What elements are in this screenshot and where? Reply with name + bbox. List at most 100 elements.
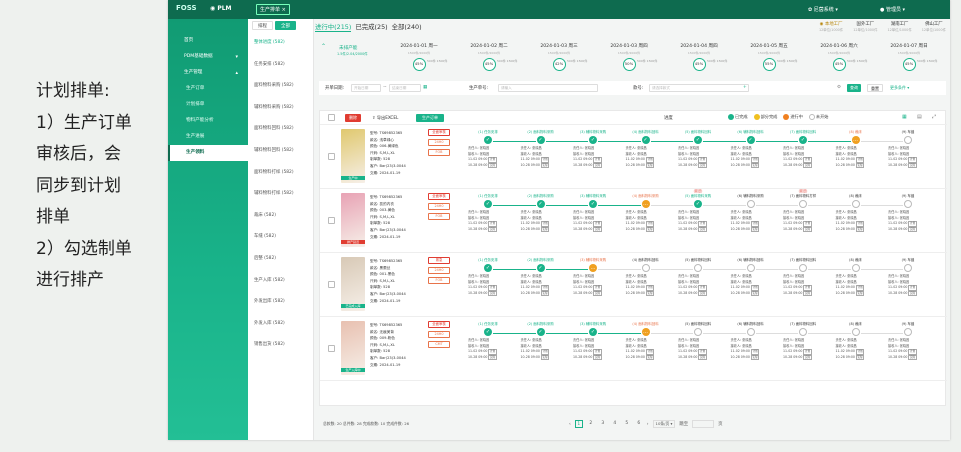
sidebar-item[interactable]: 生产订单 (168, 81, 248, 97)
progress-step[interactable]: (7) 面料物料回料 ✓ 责任人: 张晓昌 接收人: 张晓昌 11-02 09:00 计划… (777, 129, 829, 169)
factory-item[interactable]: 国外工厂 12单位/1000件 (853, 21, 877, 32)
user-menu[interactable]: ● 管理员 ▾ (880, 6, 905, 13)
subnav-item[interactable]: 后整 (582) (248, 248, 313, 270)
sidebar-item[interactable]: 生产进展 (168, 129, 248, 145)
settings-icon[interactable]: ⚙ (837, 85, 841, 90)
subnav-item[interactable]: 辅料物料打样 (582) (248, 183, 313, 205)
page-number[interactable]: 2 (587, 420, 595, 428)
progress-step[interactable]: (4) 面料物料回料 … 责任人: 张晓昌 接收人: 张晓昌 11-02 09:00 计划… (620, 321, 672, 361)
progress-step[interactable]: (3) 辅料物料采购 ✓ 责任人: 张晓昌 接收人: 张晓昌 11-02 09:00 计划… (567, 129, 619, 169)
progress-step[interactable]: (1) 任务安排 ✓ 责任人: 张晓昌 接收人: 张晓昌 11-02 09:00 计划 10… (462, 193, 514, 233)
progress-step[interactable]: (2) 面料物料采购 ✓ 责任人: 张晓昌 接收人: 张晓昌 11-02 09:00 计划… (515, 257, 567, 297)
progress-step[interactable]: (6) 辅料物料回料 责任人: 张晓昌 接收人: 张晓昌 11-02 09:00 计划 1… (725, 257, 777, 297)
progress-step[interactable]: (5) 面料物料回料 责任人: 张晓昌 接收人: 张晓昌 11-02 09:00 计划 1… (672, 321, 724, 361)
factory-item[interactable]: ◉ 本地工厂 12单位/1000件 (819, 21, 843, 32)
subnav-item[interactable]: 辅料物料采购 (582) (248, 97, 313, 119)
grid-view-icon[interactable]: ▦ (902, 114, 907, 120)
jump-page-input[interactable] (692, 420, 715, 428)
progress-step[interactable]: (5) 面料物料回料 责任人: 张晓昌 接收人: 张晓昌 11-02 09:00 计划 1… (672, 257, 724, 297)
progress-step[interactable]: (7) 面料物料回料 责任人: 张晓昌 接收人: 张晓昌 11-02 09:00 计划 1… (777, 321, 829, 361)
progress-step[interactable]: (9) 车缝 责任人: 张晓昌 接收人: 张晓昌 11-02 09:00 计划 10-28… (882, 193, 934, 233)
date-capacity-column[interactable]: 2024-01-04 周四 1500件/2000件 45% 500件 1500件 (669, 43, 729, 71)
sidebar-item[interactable]: 生产管理 ▴ (168, 65, 248, 81)
page-number[interactable]: 1 (574, 420, 583, 428)
subnav-item[interactable]: 面料物料采购 (582) (248, 75, 313, 97)
progress-step[interactable]: (6) 辅料物料采购 责任人: 张晓昌 接收人: 张晓昌 11-02 09:00 计划 1… (725, 193, 777, 233)
subnav-item[interactable]: 任务安排 (582) (248, 54, 313, 76)
progress-step[interactable]: (9) 车缝 责任人: 张晓昌 接收人: 张晓昌 11-02 09:00 计划 10-28… (882, 321, 934, 361)
page-size-select[interactable]: 10条/页 ▾ (652, 420, 676, 428)
page-number[interactable]: 4 (611, 420, 619, 428)
subnav-item[interactable]: 外发入库 (582) (248, 313, 313, 335)
page-number[interactable]: 5 (623, 420, 631, 428)
export-excel-button[interactable]: ⇪ 导出EXCEL (372, 114, 398, 122)
progress-step[interactable]: (8) 裁床 责任人: 张晓昌 接收人: 张晓昌 11-02 09:00 计划 10-28… (830, 321, 882, 361)
subnav-item[interactable]: 车缝 (582) (248, 226, 313, 248)
company-switcher[interactable]: ✿ 尼茵系统 ▾ (808, 6, 838, 13)
date-capacity-column[interactable]: 2024-01-01 周一 1500件/2000件 45% 500件 1500件 (389, 43, 449, 71)
progress-step[interactable]: (2) 面料物料采购 ✓ 责任人: 张晓昌 接收人: 张晓昌 11-02 09:00 计划… (515, 193, 567, 233)
date-capacity-column[interactable]: 2024-01-06 周六 1500件/2000件 45% 500件 1500件 (809, 43, 869, 71)
subnav-item[interactable]: 生产入库 (582) (248, 270, 313, 292)
progress-step[interactable]: (4) 面料物料回料 责任人: 张晓昌 接收人: 张晓昌 11-02 09:00 计划 1… (620, 257, 672, 297)
progress-step[interactable]: (4) 面料物料回料 ✓ 责任人: 张晓昌 接收人: 张晓昌 11-02 09:00 计划… (620, 129, 672, 169)
progress-step[interactable]: (4) 面料物料采购 … 责任人: 张晓昌 接收人: 张晓昌 11-02 09:00 计划… (620, 193, 672, 233)
subnav-item[interactable]: 销售出货 (582) (248, 334, 313, 356)
factory-item[interactable]: 湖南工厂 12单位/1000件 (887, 21, 911, 32)
subnav-item[interactable]: 面料物料打样 (582) (248, 162, 313, 184)
subnav-tab-all[interactable]: 全部 (275, 21, 296, 30)
date-capacity-column[interactable]: 2024-01-03 周三 1500件/2000件 42% 500件 1500件 (529, 43, 589, 71)
row-checkbox[interactable] (328, 281, 335, 288)
progress-step[interactable]: (3) 辅料物料采购 ✓ 责任人: 张晓昌 接收人: 张晓昌 11-02 09:00 计划… (567, 193, 619, 233)
progress-step[interactable]: (3) 辅料物料采购 ✓ 责任人: 张晓昌 接收人: 张晓昌 11-02 09:00 计划… (567, 321, 619, 361)
date-capacity-column[interactable]: 2024-01-07 周日 1500件/2000件 45% 500件 1500件 (879, 43, 939, 71)
progress-step[interactable]: (延迟) (7) 面料物料打样 责任人: 张晓昌 接收人: 张晓昌 11-02 09:0… (777, 189, 829, 233)
subnav-item[interactable]: 外发出库 (582) (248, 291, 313, 313)
reset-button[interactable]: 重置 (867, 84, 883, 92)
page-number[interactable]: 6 (635, 420, 643, 428)
tab-completed[interactable]: 已完成(25) (355, 22, 387, 32)
subnav-tab-schedule[interactable]: 排程 (252, 21, 273, 30)
date-capacity-column[interactable]: 2024-01-02 周二 1500件/2000件 45% 500件 1500件 (459, 43, 519, 71)
calendar-icon[interactable]: ▦ (423, 85, 427, 90)
row-checkbox[interactable] (328, 153, 335, 160)
progress-step[interactable]: (1) 任务安排 ✓ 责任人: 张晓昌 接收人: 张晓昌 11-02 09:00 计划 10… (462, 257, 514, 297)
prev-page-icon[interactable]: ‹ (569, 422, 571, 427)
factory-item[interactable]: 佛山工厂 12单位/1000件 (922, 21, 946, 32)
progress-step[interactable]: (6) 辅料物料回料 责任人: 张晓昌 接收人: 张晓昌 11-02 09:00 计划 1… (725, 321, 777, 361)
date-capacity-column[interactable]: 2024-01-05 周五 1500件/2000件 55% 500件 1500件 (739, 43, 799, 71)
progress-step[interactable]: (5) 面料物料回料 ✓ 责任人: 张晓昌 接收人: 张晓昌 11-02 09:00 计划… (672, 129, 724, 169)
tab-all[interactable]: 全部(240) (392, 22, 422, 32)
progress-step[interactable]: (3) 辅料物料采购 … 责任人: 张晓昌 接收人: 张晓昌 11-02 09:00 计划… (567, 257, 619, 297)
sidebar-item[interactable]: 计划排单 (168, 97, 248, 113)
progress-step[interactable]: (9) 车缝 责任人: 张晓昌 接收人: 张晓昌 11-02 09:00 计划 10-28… (882, 129, 934, 169)
date-start-input[interactable]: 开始日期 (351, 84, 381, 92)
progress-step[interactable]: (8) 裁床 责任人: 张晓昌 接收人: 张晓昌 11-02 09:00 计划 10-28… (830, 257, 882, 297)
delete-button[interactable]: 删除 (345, 114, 361, 122)
date-capacity-column[interactable]: 2024-01-03 周四 1500件/2000件 50% 500件 1500件 (599, 43, 659, 71)
progress-step[interactable]: (1) 任务安排 ✓ 责任人: 张晓昌 接收人: 张晓昌 11-02 09:00 计划 10… (462, 321, 514, 361)
progress-step[interactable]: (8) 裁床 责任人: 张晓昌 接收人: 张晓昌 11-02 09:00 计划 10-28… (830, 193, 882, 233)
tab-production-schedule[interactable]: 生产排单 × (256, 4, 290, 15)
subnav-item[interactable]: 裁床 (582) (248, 205, 313, 227)
sidebar-item[interactable]: 首页 (168, 33, 248, 49)
schedule-order-button[interactable]: 生产订单 (416, 114, 444, 122)
more-filters-button[interactable]: 更多条件 ▾ (887, 84, 912, 92)
progress-step[interactable]: (8) 裁床 … 责任人: 张晓昌 接收人: 张晓昌 11-02 09:00 计划 10-2… (830, 129, 882, 169)
progress-step[interactable]: (2) 面料物料采购 ✓ 责任人: 张晓昌 接收人: 张晓昌 11-02 09:00 计划… (515, 321, 567, 361)
progress-step[interactable]: (1) 任务安排 ✓ 责任人: 张晓昌 接收人: 张晓昌 11-02 09:00 计划 10… (462, 129, 514, 169)
progress-step[interactable]: (6) 辅料物料回料 ✓ 责任人: 张晓昌 接收人: 张晓昌 11-02 09:00 计划… (725, 129, 777, 169)
sidebar-item[interactable]: 生产领料 (168, 145, 248, 161)
progress-step[interactable]: (延迟) (5) 面料物料采购 ✓ 责任人: 张晓昌 接收人: 张晓昌 11-02 09:… (672, 189, 724, 233)
progress-step[interactable]: (7) 面料物料回料 责任人: 张晓昌 接收人: 张晓昌 11-02 09:00 计划 1… (777, 257, 829, 297)
sidebar-item[interactable]: 物料产能分析 (168, 113, 248, 129)
collapse-icon[interactable]: ⌃ (321, 43, 326, 50)
row-checkbox[interactable] (328, 217, 335, 224)
subnav-item[interactable]: 辅料物料回料 (582) (248, 140, 313, 162)
date-end-input[interactable]: 结束日期 (389, 84, 421, 92)
page-number[interactable]: 3 (599, 420, 607, 428)
style-select[interactable]: 请选择款式 (649, 84, 749, 92)
progress-step[interactable]: (2) 面料物料采购 ✓ 责任人: 张晓昌 接收人: 张晓昌 11-02 09:00 计划… (515, 129, 567, 169)
fullscreen-icon[interactable]: ⤢ (932, 114, 936, 120)
list-view-icon[interactable]: ▤ (917, 114, 922, 120)
